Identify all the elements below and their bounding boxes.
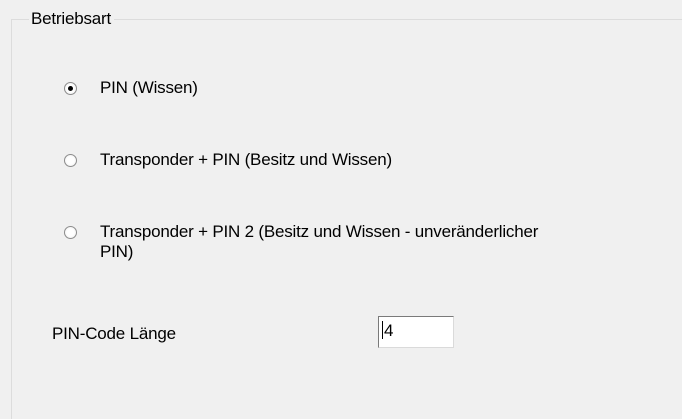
radio-option-label[interactable]: Transponder + PIN 2 (Besitz und Wissen -…: [100, 222, 540, 262]
radio-option-transponder-pin2[interactable]: Transponder + PIN 2 (Besitz und Wissen -…: [64, 222, 540, 262]
text-caret: [382, 321, 383, 339]
radio-option-label[interactable]: PIN (Wissen): [100, 78, 198, 98]
pin-length-label: PIN-Code Länge: [52, 324, 176, 343]
pin-length-value[interactable]: 4: [384, 321, 393, 340]
radio-option-label[interactable]: Transponder + PIN (Besitz und Wissen): [100, 150, 392, 170]
radio-button-icon[interactable]: [64, 226, 77, 239]
radio-button-icon[interactable]: [64, 154, 77, 167]
pin-length-input[interactable]: 4: [378, 316, 454, 348]
radio-option-pin[interactable]: PIN (Wissen): [64, 78, 198, 98]
radio-option-transponder-pin[interactable]: Transponder + PIN (Besitz und Wissen): [64, 150, 392, 170]
groupbox-title: Betriebsart: [29, 9, 115, 29]
radio-selected-dot-icon: [68, 86, 73, 91]
radio-button-icon[interactable]: [64, 82, 77, 95]
